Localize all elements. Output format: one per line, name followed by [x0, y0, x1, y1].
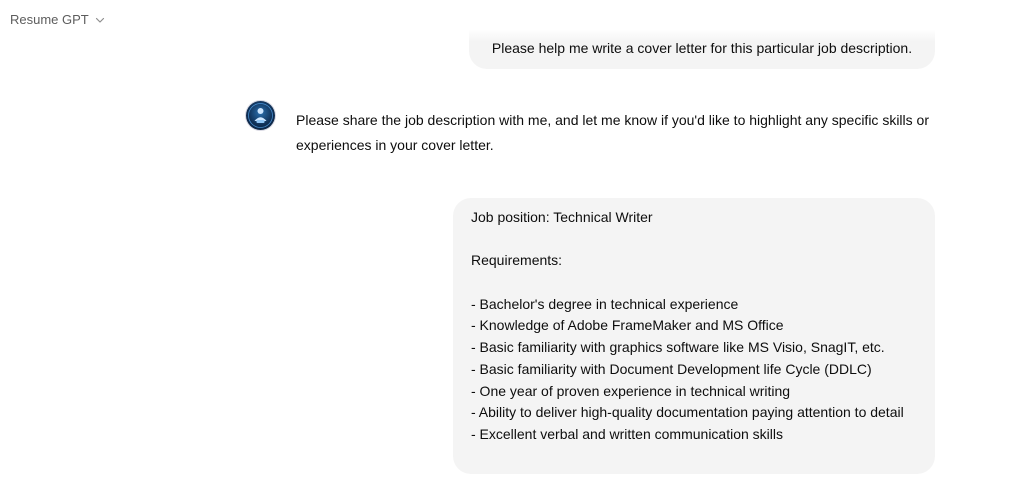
requirement-item: - Ability to deliver high-quality docume…: [471, 404, 904, 421]
job-position-line: Job position: Technical Writer: [471, 209, 653, 225]
assistant-message-text: Please share the job description with me…: [296, 112, 929, 153]
requirement-item: - Basic familiarity with Document Develo…: [471, 360, 872, 377]
model-name: Resume GPT: [10, 12, 89, 27]
requirements-heading: Requirements:: [471, 252, 563, 269]
chat-header: Resume GPT: [0, 0, 1024, 42]
requirement-item: - One year of proven experience in techn…: [471, 382, 791, 399]
model-selector[interactable]: Resume GPT: [10, 12, 105, 27]
chat-window: Resume GPT Please help me write a cover …: [0, 0, 1024, 484]
requirement-item: - Excellent verbal and written communica…: [471, 426, 784, 442]
chevron-down-icon: [95, 15, 105, 25]
gpt-avatar-icon: [246, 101, 275, 130]
user-message-job-description: Job position: Technical Writer Requireme…: [453, 198, 935, 474]
requirement-item: - Bachelor's degree in technical experie…: [471, 295, 739, 312]
requirement-item: - Basic familiarity with graphics softwa…: [471, 339, 885, 356]
requirement-item: - Knowledge of Adobe FrameMaker and MS O…: [471, 317, 784, 334]
user-message-text: Please help me write a cover letter for …: [491, 40, 913, 56]
